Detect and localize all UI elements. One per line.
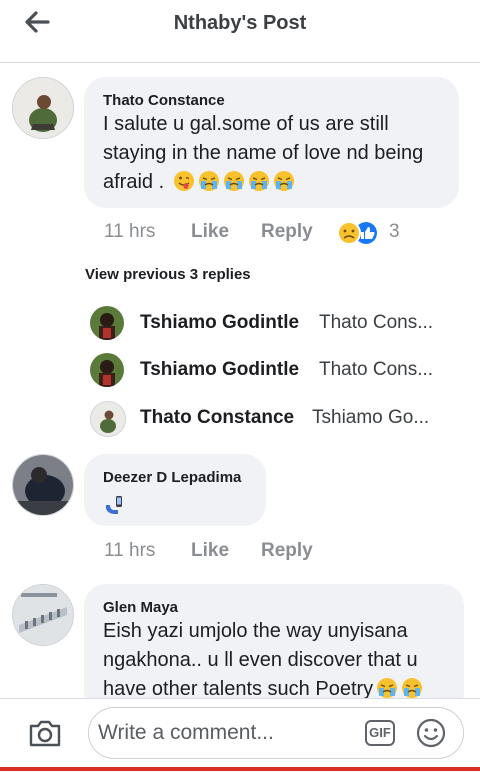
- avatar[interactable]: [12, 77, 74, 139]
- reply-author: Tshiamo Godintle: [140, 359, 300, 380]
- avatar-photo: [13, 455, 73, 515]
- crying-emoji-icon: [273, 171, 294, 191]
- reply-preview: Thato Cons...: [319, 312, 434, 333]
- comment-input-placeholder: Write a comment...: [98, 721, 274, 744]
- page-title: Nthaby's Post: [173, 12, 307, 34]
- comment-actions: 11 hrs Like Reply 3: [104, 221, 464, 245]
- avatar: [90, 401, 126, 437]
- reply-author: Thato Constance: [140, 407, 295, 428]
- comment-bubble: Thato Constance I salute u gal.some of u…: [84, 77, 459, 208]
- crying-emoji-icon: [248, 171, 269, 191]
- comment-author[interactable]: Glen Maya: [103, 599, 178, 616]
- comment-composer: Write a comment... GIF: [0, 698, 480, 772]
- crying-emoji-icon: [402, 678, 423, 698]
- like-button[interactable]: Like: [191, 540, 229, 562]
- crying-emoji-icon: [198, 171, 219, 191]
- reply-button[interactable]: Reply: [261, 540, 313, 562]
- reply-item[interactable]: Tshiamo Godintle Thato Cons...: [90, 306, 470, 342]
- comment-text: Eish yazi umjolo the way unyisana ngakho…: [103, 617, 458, 704]
- comment-text: I salute u gal.some of us are still stay…: [103, 113, 424, 193]
- reaction-count[interactable]: 3: [389, 221, 400, 243]
- comment-input[interactable]: Write a comment... GIF: [88, 707, 464, 759]
- reply-button[interactable]: Reply: [261, 221, 313, 243]
- smiley-icon[interactable]: [415, 717, 447, 749]
- avatar-photo: [13, 78, 73, 138]
- reply-preview: Tshiamo Go...: [312, 407, 430, 428]
- comment-actions: 11 hrs Like Reply: [104, 540, 404, 564]
- reply-item[interactable]: Tshiamo Godintle Thato Cons...: [90, 353, 470, 389]
- avatar: [90, 306, 124, 340]
- avatar[interactable]: [12, 454, 74, 516]
- comment-author[interactable]: Deezer D Lepadima: [103, 469, 241, 486]
- comment-time: 11 hrs: [104, 221, 156, 242]
- avatar: [90, 353, 124, 387]
- comment-author[interactable]: Thato Constance: [103, 92, 225, 109]
- camera-icon[interactable]: [28, 717, 62, 749]
- tongue-emoji-icon: [173, 171, 194, 191]
- header-bar: Nthaby's Post: [0, 0, 480, 63]
- avatar[interactable]: [12, 584, 74, 646]
- reply-author: Tshiamo Godintle: [140, 312, 300, 333]
- view-previous-replies-link[interactable]: View previous 3 replies: [85, 266, 251, 283]
- bottom-accent-line: [0, 767, 480, 771]
- like-button[interactable]: Like: [191, 221, 229, 243]
- gif-icon[interactable]: GIF: [365, 720, 395, 746]
- comment-time: 11 hrs: [104, 540, 156, 561]
- comment-bubble: Glen Maya Eish yazi umjolo the way unyis…: [84, 584, 464, 714]
- crying-emoji-icon: [377, 678, 398, 698]
- phone-call-emoji-icon: [105, 496, 122, 514]
- reactions-icon[interactable]: [332, 219, 382, 247]
- comment-bubble: Deezer D Lepadima: [84, 454, 266, 526]
- reply-item[interactable]: Thato Constance Tshiamo Go...: [90, 401, 470, 437]
- crying-emoji-icon: [223, 171, 244, 191]
- avatar-photo: [13, 585, 73, 645]
- reply-preview: Thato Cons...: [319, 359, 434, 380]
